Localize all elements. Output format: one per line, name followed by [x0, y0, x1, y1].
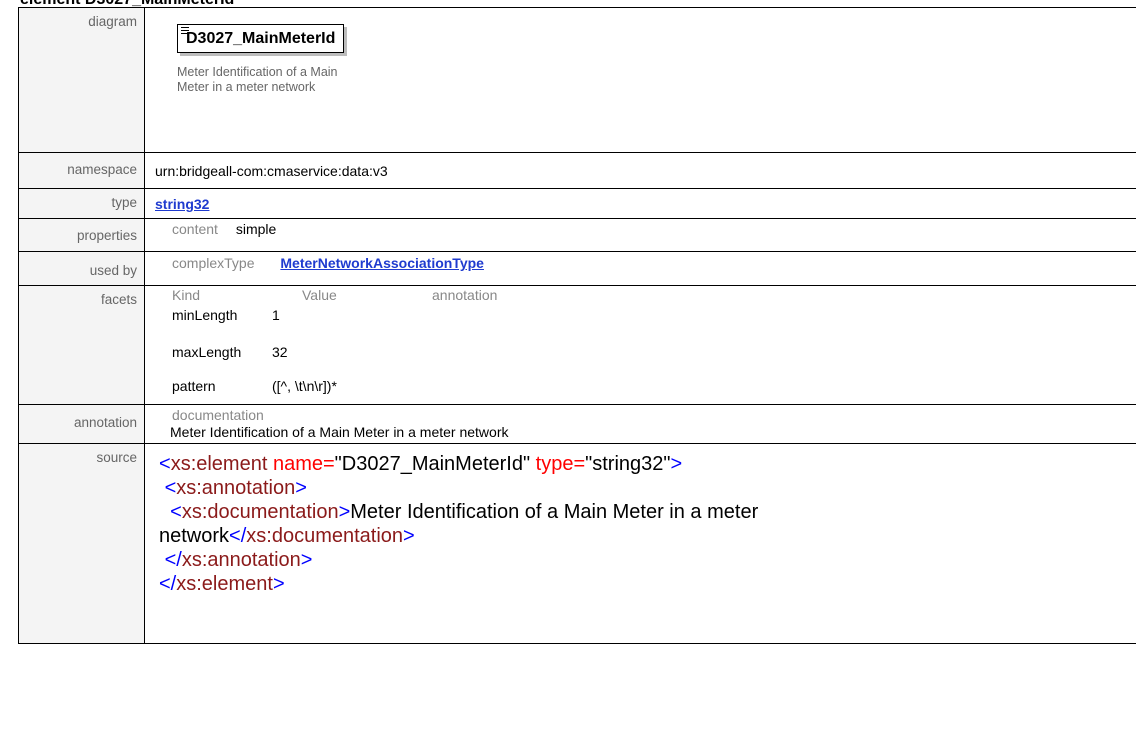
src-tag: xs:element [176, 573, 273, 595]
facet-value: 1 [272, 307, 280, 323]
properties-value: simple [235, 221, 277, 237]
src-line: <xs:element name="D3027_MainMeterId" typ… [159, 453, 682, 475]
facet-kind: minLength [172, 307, 238, 323]
diagram-note: Meter Identification of a Main Meter in … [177, 65, 338, 94]
src-line: </xs:element> [159, 573, 285, 595]
label-type: type [18, 188, 145, 219]
row-source: source <xs:element name="D3027_MainMeter… [18, 443, 1136, 644]
src-line: network</xs:documentation> [159, 525, 415, 547]
properties-cell: content simple [144, 218, 1136, 252]
src-attr-value: "string32" [585, 453, 671, 475]
type-link[interactable]: string32 [155, 196, 209, 212]
src-tag: xs:documentation [181, 501, 339, 523]
facet-value: ([^, \t\n\r])* [272, 378, 337, 394]
label-used-by: used by [18, 251, 145, 286]
label-diagram: diagram [18, 7, 145, 153]
src-tag: xs:annotation [176, 477, 296, 499]
properties-key: content [172, 221, 218, 237]
facets-header-annotation: annotation [432, 287, 498, 303]
facets-header: Kind Value annotation [172, 286, 1136, 305]
src-indent [159, 501, 170, 523]
label-source: source [18, 443, 145, 644]
facet-value: 32 [272, 344, 288, 360]
row-facets: facets Kind Value annotation minLength 1 ma… [18, 285, 1136, 405]
src-punct: < [159, 453, 171, 475]
source-code: <xs:element name="D3027_MainMeterId" typ… [159, 452, 1136, 596]
namespace-value: urn:bridgeall-com:cmaservice:data:v3 [144, 152, 1136, 189]
row-namespace: namespace urn:bridgeall-com:cmaservice:d… [18, 152, 1136, 189]
element-box[interactable]: D3027_MainMeterId [177, 24, 345, 53]
row-diagram: diagram D3027_MainMeterId Meter Identifi… [18, 7, 1136, 153]
src-punct: </ [229, 525, 247, 547]
facet-row: minLength 1 [172, 305, 1136, 337]
facets-cell: Kind Value annotation minLength 1 maxLength… [144, 285, 1136, 405]
facets-header-value: Value [302, 287, 337, 303]
annotation-cell: documentation Meter Identification of a … [144, 404, 1136, 444]
row-annotation: annotation documentation Meter Identific… [18, 404, 1136, 444]
row-properties: properties content simple [18, 218, 1136, 252]
row-used-by: used by complexType MeterNetworkAssociat… [18, 251, 1136, 286]
element-doc-table: diagram D3027_MainMeterId Meter Identifi… [18, 7, 1136, 644]
src-punct: > [338, 501, 351, 523]
src-punct: > [300, 549, 313, 571]
used-by-cell: complexType MeterNetworkAssociationType [144, 251, 1136, 286]
src-attr: type= [530, 453, 586, 475]
used-by-link[interactable]: MeterNetworkAssociationType [280, 255, 484, 271]
used-by-kind: complexType [172, 255, 255, 271]
src-punct: </ [159, 573, 177, 595]
label-properties: properties [18, 218, 145, 252]
annotation-text: Meter Identification of a Main Meter in … [170, 424, 509, 440]
type-cell: string32 [144, 188, 1136, 219]
annotation-key: documentation [172, 407, 264, 423]
facets-header-kind: Kind [172, 287, 201, 303]
src-tag: xs:annotation [181, 549, 301, 571]
diagram-cell: D3027_MainMeterId Meter Identification o… [144, 7, 1136, 153]
src-punct: </ [164, 549, 182, 571]
facet-row: maxLength 32 [172, 337, 1136, 368]
src-punct: < [170, 501, 182, 523]
src-line: </xs:annotation> [159, 549, 313, 571]
src-punct: > [272, 573, 285, 595]
src-line: <xs:documentation>Meter Identification o… [159, 501, 758, 523]
src-text: network [159, 525, 230, 547]
src-tag: xs:documentation [246, 525, 404, 547]
label-annotation: annotation [18, 404, 145, 444]
element-box-label: D3027_MainMeterId [186, 30, 336, 47]
element-annotation-icon [181, 27, 189, 36]
src-tag: xs:element [170, 453, 268, 475]
src-attr-value: "D3027_MainMeterId" [334, 453, 531, 475]
facet-kind: pattern [172, 378, 216, 394]
src-punct: > [670, 453, 683, 475]
row-type: type string32 [18, 188, 1136, 219]
src-text: Meter Identification of a Main Meter in … [350, 501, 759, 523]
src-punct: > [295, 477, 307, 499]
source-cell: <xs:element name="D3027_MainMeterId" typ… [144, 443, 1136, 644]
src-punct: < [164, 477, 177, 499]
label-facets: facets [18, 285, 145, 405]
label-namespace: namespace [18, 152, 145, 189]
src-line: <xs:annotation> [159, 477, 307, 499]
src-punct: > [403, 525, 415, 547]
facet-kind: maxLength [172, 344, 242, 360]
src-attr: name= [267, 453, 335, 475]
facet-row: pattern ([^, \t\n\r])* [172, 368, 1136, 404]
